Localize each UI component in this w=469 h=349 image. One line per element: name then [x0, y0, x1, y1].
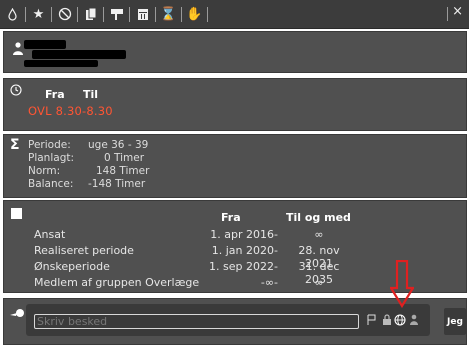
toolbar-separator [207, 6, 208, 22]
person-icon [13, 42, 23, 55]
toolbar-separator [51, 6, 52, 22]
toolbar-separator [155, 6, 156, 22]
close-button[interactable]: × [452, 4, 463, 19]
period-dash: - [274, 228, 278, 241]
message-box [26, 304, 430, 336]
hand-icon[interactable]: ✋ [186, 5, 203, 23]
hourglass-icon[interactable]: ⌛ [160, 5, 177, 23]
toolbar-separator [447, 7, 448, 21]
summary-label: Periode: [28, 139, 71, 151]
redacted-name [24, 60, 98, 67]
col-to-header: Til [83, 88, 99, 101]
star-icon[interactable]: ★ [30, 5, 47, 23]
toolbar-separator [77, 6, 78, 22]
flag-outline-icon[interactable] [366, 313, 378, 327]
person-icon[interactable] [408, 313, 420, 327]
period-row: Realiseret periode 1. jan 2020-28. nov 20… [34, 244, 464, 270]
summary-label: Planlagt: [28, 152, 75, 164]
summary-row: Periode: uge 36 - 39 [28, 139, 148, 151]
summary-value: uge 36 - 39 [88, 139, 149, 151]
period-dash: - [274, 260, 278, 273]
col-from-header: Fra [221, 211, 241, 224]
no-tool-icon[interactable] [56, 5, 73, 23]
summary-value: 148 Timer [96, 165, 150, 177]
period-from: 1. sep 2022 [209, 260, 274, 273]
redacted-name [24, 40, 66, 49]
summary-label: Balance: [28, 178, 74, 190]
summary-value: -148 Timer [88, 178, 146, 190]
summary-label: Norm: [28, 165, 61, 177]
period-row: Ansat 1. apr 2016- ∞ [34, 228, 464, 242]
arrow-down-icon [390, 260, 414, 308]
time-panel: Fra Til OVL 8.30-8.30 [3, 78, 467, 131]
globe-icon[interactable] [394, 313, 406, 327]
toolbar-separator [181, 6, 182, 22]
clock-icon [10, 84, 22, 96]
user-panel [3, 31, 467, 73]
period-from: -∞ [260, 276, 274, 289]
square-icon [11, 208, 22, 219]
period-to: ∞ [314, 228, 324, 241]
period-from: 1. jan 2020 [211, 244, 274, 257]
period-dash: - [274, 276, 278, 289]
col-from-header: Fra [45, 88, 65, 101]
period-label: Ønskeperiode [34, 260, 110, 273]
period-to: ∞ [314, 276, 324, 289]
toolbar-separator [103, 6, 104, 22]
period-label: Medlem af gruppen Overlæge [34, 276, 200, 289]
summary-panel: Σ Periode: uge 36 - 39 Planlagt: 0 Timer Nor… [3, 134, 467, 198]
summary-row: Planlagt: 0 Timer [28, 152, 144, 164]
copy-icon[interactable] [82, 5, 99, 23]
message-input[interactable] [34, 314, 359, 329]
flag-icon[interactable] [108, 5, 125, 23]
calendar-icon[interactable] [134, 5, 151, 23]
summary-row: Balance: -148 Timer [28, 178, 145, 190]
lock-icon[interactable] [381, 313, 393, 327]
redacted-name [32, 50, 126, 59]
period-dash: - [274, 244, 278, 257]
summary-value: 0 Timer [104, 152, 145, 164]
period-from: 1. apr 2016 [210, 228, 274, 241]
drop-icon[interactable] [4, 5, 21, 23]
summary-row: Norm: 148 Timer [28, 165, 149, 177]
sigma-icon: Σ [10, 137, 20, 153]
toolbar-separator [129, 6, 130, 22]
send-button[interactable]: Jeg [444, 308, 466, 335]
period-label: Ansat [34, 228, 66, 241]
period-label: Realiseret periode [34, 244, 134, 257]
chat-icon [10, 309, 24, 317]
col-to-header: Til og med [286, 211, 351, 224]
toolbar-separator [25, 6, 26, 22]
shift-time: OVL 8.30-8.30 [28, 104, 113, 118]
toolbar: ★ ⌛ ✋ × [0, 0, 469, 29]
